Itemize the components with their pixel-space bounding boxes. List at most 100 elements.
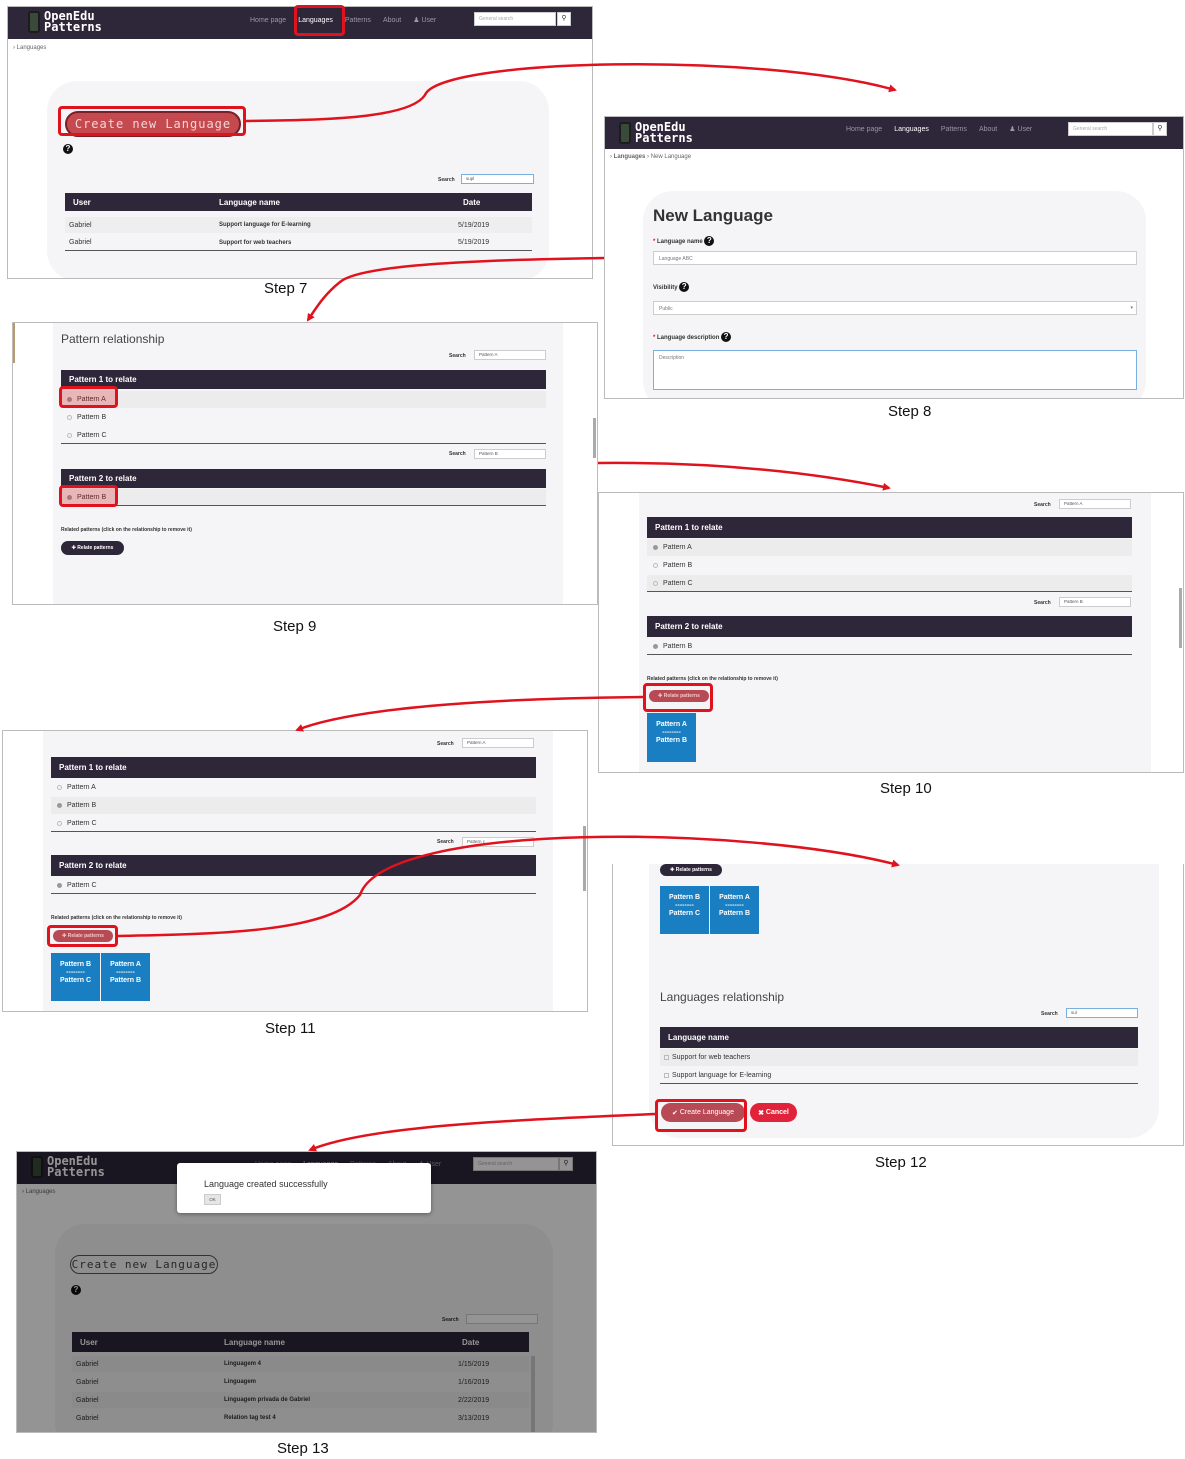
nav-languages[interactable]: Languages xyxy=(894,126,929,133)
language-checkbox-row[interactable]: Support language for E-learning xyxy=(660,1067,1138,1084)
question-circle-icon[interactable]: ? xyxy=(704,236,715,246)
pattern-radio-c[interactable]: Pattern C xyxy=(51,815,536,832)
pattern1-header: Pattern 1 to relate xyxy=(51,757,536,778)
search-label: Search xyxy=(438,177,455,183)
relationship-box[interactable]: Pattern B -------- Pattern C xyxy=(51,953,100,1001)
plus-icon: ✚ xyxy=(71,545,76,551)
search-label: Search xyxy=(449,451,466,457)
relate-patterns-button[interactable]: ✚ Relate patterns xyxy=(660,864,722,876)
pattern-radio-a[interactable]: Pattern A xyxy=(51,779,536,796)
language-description-textarea[interactable]: Description xyxy=(653,350,1137,390)
step-label: Step 9 xyxy=(273,618,317,635)
arrow-step10-to-step11 xyxy=(295,695,644,732)
search-input[interactable]: supl xyxy=(461,174,534,184)
highlight-create-button xyxy=(58,106,246,136)
arrow-step9-to-step10 xyxy=(597,461,891,491)
app-logo[interactable]: OpenEdu Patterns xyxy=(28,10,102,34)
language-search-input[interactable]: sul xyxy=(1066,1008,1138,1018)
scrollbar[interactable] xyxy=(1179,588,1182,648)
radio-icon xyxy=(57,803,62,808)
relate-patterns-button[interactable]: ✚ Relate patterns xyxy=(61,541,124,555)
checkbox-icon xyxy=(664,1072,669,1078)
plus-icon: ✚ xyxy=(670,867,675,873)
scrollbar[interactable] xyxy=(583,826,586,891)
cancel-button[interactable]: ✖ Cancel xyxy=(750,1103,797,1122)
general-search-input[interactable]: General search xyxy=(474,12,556,26)
question-circle-icon[interactable]: ? xyxy=(63,144,73,154)
step-label: Step 12 xyxy=(875,1154,927,1171)
breadcrumb: › Languages › New Language xyxy=(610,154,692,160)
modal-message: Language created successfully xyxy=(204,1179,328,1189)
pattern-radio-b[interactable]: Pattern B xyxy=(647,557,1132,574)
pattern-radio-b[interactable]: Pattern B xyxy=(61,409,546,426)
search-label: Search xyxy=(437,741,454,747)
radio-icon xyxy=(653,563,658,568)
pattern1-search-input[interactable]: Pattern A xyxy=(474,350,546,360)
radio-icon xyxy=(653,580,658,586)
pattern2-search-input[interactable]: Pattern c xyxy=(462,837,534,847)
logo-icon xyxy=(619,122,631,145)
pattern1-header: Pattern 1 to relate xyxy=(647,517,1132,538)
section-title: Pattern relationship xyxy=(61,332,165,346)
radio-icon xyxy=(57,882,62,888)
nav-home[interactable]: Home page xyxy=(846,126,882,133)
chevron-right-icon: › xyxy=(13,45,15,51)
question-circle-icon[interactable]: ? xyxy=(721,332,732,342)
search-icon[interactable]: ⚲ xyxy=(557,12,571,26)
nav-about[interactable]: About xyxy=(979,126,997,133)
nav-home[interactable]: Home page xyxy=(250,17,286,24)
search-label: Search xyxy=(437,839,454,845)
pattern2-radio-b[interactable]: Pattern B xyxy=(61,489,546,506)
radio-icon xyxy=(57,820,62,826)
relationship-box[interactable]: Pattern B -------- Pattern C xyxy=(660,886,709,934)
step11-screenshot: Search Pattern A Pattern 1 to relate Pat… xyxy=(2,730,588,1012)
pattern-radio-a[interactable]: Pattern A xyxy=(61,391,546,408)
search-icon[interactable]: ⚲ xyxy=(1153,122,1167,136)
ok-button[interactable]: OK xyxy=(204,1194,221,1205)
pattern2-header: Pattern 2 to relate xyxy=(61,469,546,488)
pattern-radio-c[interactable]: Pattern C xyxy=(647,575,1132,592)
visibility-label: Visibility ? xyxy=(653,282,690,292)
highlight-pattern-a xyxy=(59,386,118,408)
pattern1-search-input[interactable]: Pattern A xyxy=(462,738,534,748)
nav-user[interactable]: ♟ User xyxy=(413,16,436,24)
nav-about[interactable]: About xyxy=(383,17,401,24)
visibility-select[interactable]: Public ▾ xyxy=(653,301,1137,315)
language-checkbox-row[interactable]: Support for web teachers xyxy=(660,1049,1138,1066)
scrollbar[interactable] xyxy=(593,418,596,458)
chevron-down-icon: ▾ xyxy=(1130,305,1133,311)
table-row[interactable]: Gabriel Support language for E-learning … xyxy=(65,217,532,233)
table-row[interactable]: Gabriel Support for web teachers 5/19/20… xyxy=(65,235,532,251)
relationship-box[interactable]: Pattern A -------- Pattern B xyxy=(710,886,759,934)
language-name-input[interactable]: Language ABC xyxy=(653,251,1137,265)
highlight-create-language xyxy=(655,1099,747,1132)
chevron-right-icon: › xyxy=(610,154,612,160)
pattern-radio-c[interactable]: Pattern C xyxy=(61,427,546,444)
nav-patterns[interactable]: Patterns xyxy=(345,17,371,24)
breadcrumb: › Languages xyxy=(13,45,47,51)
step7-screenshot: OpenEdu Patterns Home page Languages Patt… xyxy=(7,6,593,279)
relationship-box[interactable]: Pattern A -------- Pattern B xyxy=(647,713,696,762)
search-label: Search xyxy=(449,353,466,359)
nav-patterns[interactable]: Patterns xyxy=(941,126,967,133)
nav-user[interactable]: ♟ User xyxy=(1009,125,1032,133)
pattern2-radio-b[interactable]: Pattern B xyxy=(647,638,1132,655)
general-search-input[interactable]: General search xyxy=(1068,122,1153,136)
pattern-radio-a[interactable]: Pattern A xyxy=(647,539,1132,556)
pattern2-search-input[interactable]: Pattern B xyxy=(1059,597,1131,607)
pattern-radio-b[interactable]: Pattern B xyxy=(51,797,536,814)
highlight-pattern-b xyxy=(59,485,118,507)
app-logo[interactable]: OpenEdu Patterns xyxy=(619,121,693,145)
pattern2-radio-c[interactable]: Pattern C xyxy=(51,877,536,894)
related-patterns-label: Related patterns (click on the relations… xyxy=(51,915,182,921)
step-label: Step 13 xyxy=(277,1440,329,1457)
user-icon: ♟ xyxy=(413,17,420,24)
pattern1-header: Pattern 1 to relate xyxy=(61,370,546,389)
pattern2-search-input[interactable]: Pattern B xyxy=(474,449,546,459)
question-circle-icon[interactable]: ? xyxy=(679,282,690,292)
arrow-step12-to-step13 xyxy=(308,1112,656,1152)
logo-icon xyxy=(28,11,40,34)
step-label: Step 7 xyxy=(264,280,308,297)
pattern1-search-input[interactable]: Pattern A xyxy=(1059,499,1131,509)
relationship-box[interactable]: Pattern A -------- Pattern B xyxy=(101,953,150,1001)
